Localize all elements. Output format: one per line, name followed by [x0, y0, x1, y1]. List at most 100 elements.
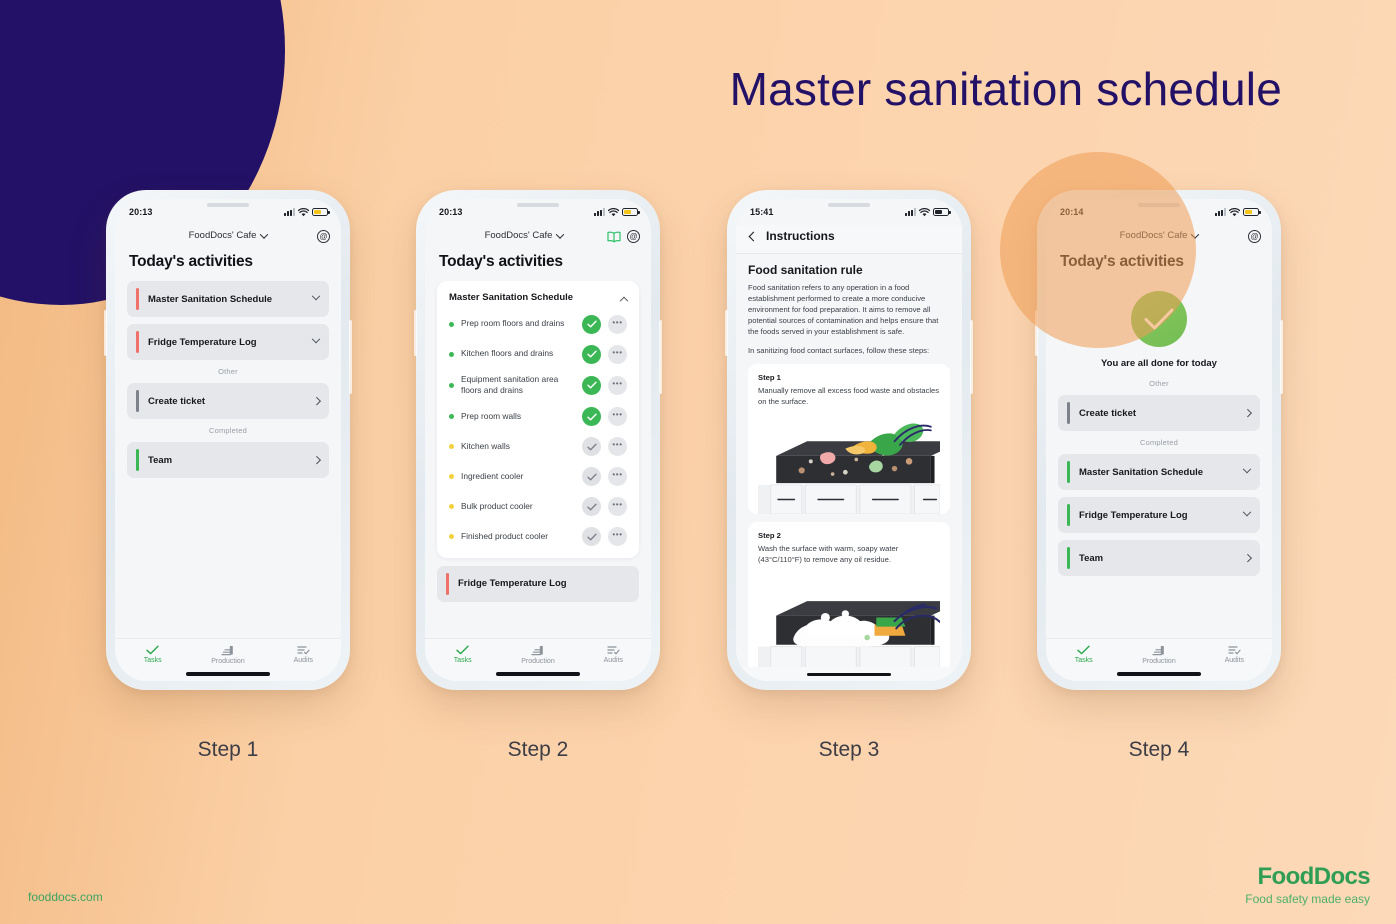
task-more-button[interactable]: ••• — [608, 344, 627, 364]
task-complete-button[interactable] — [582, 527, 601, 547]
task-more-button[interactable]: ••• — [608, 375, 627, 395]
status-dot — [449, 321, 454, 327]
nav-item-audits[interactable]: Audits — [576, 645, 651, 665]
task-label: Bulk product cooler — [461, 501, 533, 512]
org-name: FoodDocs' Cafe — [1119, 230, 1188, 241]
activity-label: Fridge Temperature Log — [458, 578, 567, 590]
brand-name: FoodDocs — [1257, 862, 1370, 890]
all-done-block: You are all done for today — [1058, 281, 1260, 375]
expanded-activity-card: Master Sanitation Schedule Prep room flo… — [437, 281, 639, 558]
nav-item-production[interactable]: Production — [1121, 645, 1196, 665]
task-complete-button[interactable] — [582, 467, 601, 487]
org-switcher[interactable]: FoodDocs' Cafe — [1119, 229, 1200, 241]
section-label-completed: Completed — [208, 426, 248, 435]
nav-item-production[interactable]: Production — [500, 645, 575, 665]
status-bar-indicator — [136, 288, 139, 310]
task-row[interactable]: Ingredient cooler ••• — [449, 462, 627, 492]
phone3-content[interactable]: Food sanitation rule Food sanitation ref… — [736, 254, 962, 668]
home-indicator — [115, 667, 341, 681]
nav-item-audits[interactable]: Audits — [1197, 645, 1272, 665]
step-number: Step 1 — [758, 373, 781, 382]
audits-icon — [1228, 646, 1241, 655]
activity-row-next[interactable]: Fridge Temperature Log — [437, 565, 639, 602]
nav-item-tasks[interactable]: Tasks — [1046, 645, 1121, 665]
chevron-down-icon — [1191, 229, 1200, 239]
phone1-bottom-nav: Tasks Production Audits — [115, 638, 341, 667]
phone3-screen: 15:41 Instructions Food sanitation rule … — [736, 199, 962, 681]
status-time: 20:13 — [439, 207, 463, 217]
phone1-content[interactable]: Master Sanitation Schedule Fridge Temper… — [115, 281, 341, 638]
status-icons — [284, 207, 330, 217]
header-actions: @ — [1248, 230, 1261, 243]
task-complete-button[interactable] — [582, 497, 601, 517]
status-bar-indicator — [1067, 461, 1070, 483]
status-bar-indicator — [136, 331, 139, 353]
phone4-app-header: FoodDocs' Cafe @ — [1046, 225, 1272, 245]
check-icon — [586, 473, 597, 481]
activity-row[interactable]: Master Sanitation Schedule — [127, 281, 329, 317]
phone4-bottom-nav: Tasks Production Audits — [1046, 638, 1272, 667]
status-bar-indicator — [136, 390, 139, 412]
nav-item-tasks[interactable]: Tasks — [425, 645, 500, 665]
account-circle-icon[interactable]: @ — [627, 230, 640, 243]
task-row[interactable]: Equipment sanitation area floors and dra… — [449, 369, 627, 402]
task-more-button[interactable]: ••• — [608, 497, 627, 517]
book-icon[interactable] — [607, 231, 621, 243]
activity-row-team[interactable]: Team — [127, 442, 329, 478]
org-switcher[interactable]: FoodDocs' Cafe — [189, 229, 269, 241]
activity-row-create-ticket[interactable]: Create ticket — [1058, 395, 1260, 431]
notch-speaker — [1138, 203, 1180, 207]
activity-row[interactable]: Master Sanitation Schedule — [1058, 454, 1260, 490]
task-row[interactable]: Bulk product cooler ••• — [449, 492, 627, 522]
task-label: Kitchen floors and drains — [461, 348, 554, 359]
chevron-up-icon — [619, 296, 629, 305]
activity-row[interactable]: Fridge Temperature Log — [1058, 497, 1260, 533]
task-more-button[interactable]: ••• — [608, 437, 627, 457]
phone4-content[interactable]: You are all done for today Other Create … — [1046, 281, 1272, 638]
activity-row[interactable]: Fridge Temperature Log — [127, 324, 329, 360]
task-more-button[interactable]: ••• — [608, 467, 627, 487]
nav-label: Audits — [603, 657, 624, 664]
caption-step-3: Step 3 — [818, 738, 880, 761]
check-icon — [586, 350, 597, 358]
task-more-button[interactable]: ••• — [608, 527, 627, 547]
phone2-content[interactable]: Master Sanitation Schedule Prep room flo… — [425, 281, 651, 638]
section-heading: Food sanitation rule — [748, 263, 863, 277]
task-row[interactable]: Finished product cooler ••• — [449, 522, 627, 552]
task-row[interactable]: Prep room floors and drains ••• — [449, 309, 627, 339]
nav-item-audits[interactable]: Audits — [266, 645, 341, 665]
nav-label: Production — [521, 658, 555, 665]
task-complete-button[interactable] — [582, 314, 601, 334]
task-more-button[interactable]: ••• — [608, 314, 627, 334]
site-url[interactable]: fooddocs.com — [28, 890, 103, 904]
phone-mockup-step-3: 15:41 Instructions Food sanitation rule … — [725, 190, 973, 690]
phone2-screen: 20:13 FoodDocs' Cafe @ Today's activitie… — [425, 199, 651, 681]
task-complete-button[interactable] — [582, 407, 601, 427]
phone3-nav-header: Instructions — [736, 225, 962, 254]
task-row[interactable]: Prep room walls ••• — [449, 402, 627, 432]
org-switcher[interactable]: FoodDocs' Cafe — [485, 229, 565, 241]
chevron-down-icon — [1242, 507, 1252, 517]
task-complete-button[interactable] — [582, 375, 601, 395]
nav-item-tasks[interactable]: Tasks — [115, 645, 190, 665]
task-label: Finished product cooler — [461, 531, 549, 542]
step-text: Wash the surface with warm, soapy water … — [758, 544, 899, 565]
activity-row-team[interactable]: Team — [1058, 540, 1260, 576]
signal-icon — [1215, 208, 1226, 216]
account-circle-icon[interactable]: @ — [1248, 230, 1261, 243]
status-dot — [449, 414, 454, 420]
chevron-left-icon[interactable] — [748, 231, 759, 241]
check-icon — [586, 413, 597, 421]
phone1-app-header: FoodDocs' Cafe @ — [115, 225, 341, 245]
task-complete-button[interactable] — [582, 437, 601, 457]
task-complete-button[interactable] — [582, 344, 601, 364]
account-circle-icon[interactable]: @ — [317, 230, 330, 243]
task-row[interactable]: Kitchen floors and drains ••• — [449, 339, 627, 369]
check-icon — [456, 645, 469, 655]
phone-mockup-step-2: 20:13 FoodDocs' Cafe @ Today's activitie… — [414, 190, 662, 690]
card-header[interactable]: Master Sanitation Schedule — [449, 292, 629, 305]
task-row[interactable]: Kitchen walls ••• — [449, 432, 627, 462]
nav-item-production[interactable]: Production — [190, 645, 265, 665]
activity-row-create-ticket[interactable]: Create ticket — [127, 383, 329, 419]
task-more-button[interactable]: ••• — [608, 407, 627, 427]
